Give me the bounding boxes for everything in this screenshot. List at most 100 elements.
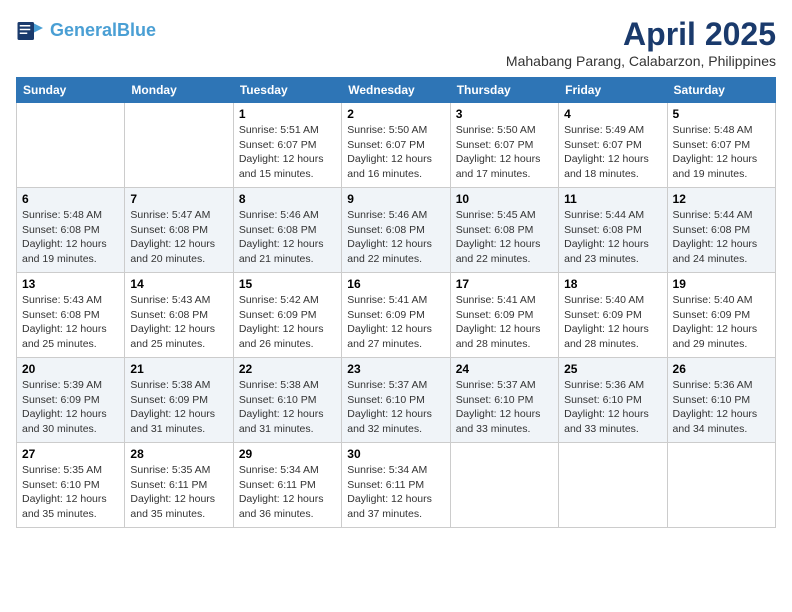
day-info: Sunrise: 5:39 AM Sunset: 6:09 PM Dayligh… [22, 378, 119, 437]
day-info: Sunrise: 5:49 AM Sunset: 6:07 PM Dayligh… [564, 123, 661, 182]
calendar-week-row: 20 Sunrise: 5:39 AM Sunset: 6:09 PM Dayli… [17, 358, 776, 443]
calendar-day-cell: 25Sunrise: 5:36 AM Sunset: 6:10 PM Dayli… [559, 358, 667, 443]
day-info: Sunrise: 5:34 AM Sunset: 6:11 PM Dayligh… [347, 463, 444, 522]
calendar-day-cell: 7 Sunrise: 5:47 AM Sunset: 6:08 PM Daylig… [125, 188, 233, 273]
day-number: 13 [22, 277, 119, 291]
day-number: 8 [239, 192, 336, 206]
title-area: April 2025 Mahabang Parang, Calabarzon, … [506, 16, 776, 69]
calendar-day-cell: 20 Sunrise: 5:39 AM Sunset: 6:09 PM Dayli… [17, 358, 125, 443]
calendar-day-cell: 22 Sunrise: 5:38 AM Sunset: 6:10 PM Dayli… [233, 358, 341, 443]
day-number: 1 [239, 107, 336, 121]
weekday-header: Saturday [667, 78, 775, 103]
weekday-header: Thursday [450, 78, 558, 103]
calendar-day-cell: 2 Sunrise: 5:50 AM Sunset: 6:07 PM Daylig… [342, 103, 450, 188]
calendar-day-cell: 6 Sunrise: 5:48 AM Sunset: 6:08 PM Daylig… [17, 188, 125, 273]
day-number: 3 [456, 107, 553, 121]
day-info: Sunrise: 5:46 AM Sunset: 6:08 PM Dayligh… [347, 208, 444, 267]
day-number: 24 [456, 362, 553, 376]
day-number: 22 [239, 362, 336, 376]
calendar-day-cell: 17 Sunrise: 5:41 AM Sunset: 6:09 PM Dayli… [450, 273, 558, 358]
day-number: 25 [564, 362, 661, 376]
calendar-header-row: SundayMondayTuesdayWednesdayThursdayFrid… [17, 78, 776, 103]
location-title: Mahabang Parang, Calabarzon, Philippines [506, 53, 776, 69]
day-info: Sunrise: 5:42 AM Sunset: 6:09 PM Dayligh… [239, 293, 336, 352]
calendar-day-cell: 19Sunrise: 5:40 AM Sunset: 6:09 PM Dayli… [667, 273, 775, 358]
day-info: Sunrise: 5:34 AM Sunset: 6:11 PM Dayligh… [239, 463, 336, 522]
calendar-day-cell: 26 Sunrise: 5:36 AM Sunset: 6:10 PM Dayli… [667, 358, 775, 443]
day-number: 17 [456, 277, 553, 291]
calendar-day-cell: 1 Sunrise: 5:51 AM Sunset: 6:07 PM Daylig… [233, 103, 341, 188]
calendar-day-cell: 15Sunrise: 5:42 AM Sunset: 6:09 PM Dayli… [233, 273, 341, 358]
calendar-day-cell [559, 443, 667, 528]
calendar-day-cell: 10 Sunrise: 5:45 AM Sunset: 6:08 PM Dayli… [450, 188, 558, 273]
calendar-day-cell [125, 103, 233, 188]
day-info: Sunrise: 5:37 AM Sunset: 6:10 PM Dayligh… [347, 378, 444, 437]
day-number: 2 [347, 107, 444, 121]
calendar-week-row: 27Sunrise: 5:35 AM Sunset: 6:10 PM Dayli… [17, 443, 776, 528]
day-info: Sunrise: 5:36 AM Sunset: 6:10 PM Dayligh… [673, 378, 770, 437]
day-number: 30 [347, 447, 444, 461]
day-number: 5 [673, 107, 770, 121]
day-number: 16 [347, 277, 444, 291]
day-number: 28 [130, 447, 227, 461]
day-info: Sunrise: 5:50 AM Sunset: 6:07 PM Dayligh… [456, 123, 553, 182]
logo: GeneralBlue [16, 16, 156, 46]
day-info: Sunrise: 5:41 AM Sunset: 6:09 PM Dayligh… [456, 293, 553, 352]
weekday-header: Sunday [17, 78, 125, 103]
month-title: April 2025 [506, 16, 776, 53]
calendar-day-cell: 12 Sunrise: 5:44 AM Sunset: 6:08 PM Dayli… [667, 188, 775, 273]
day-info: Sunrise: 5:38 AM Sunset: 6:09 PM Dayligh… [130, 378, 227, 437]
day-number: 20 [22, 362, 119, 376]
day-info: Sunrise: 5:41 AM Sunset: 6:09 PM Dayligh… [347, 293, 444, 352]
day-number: 7 [130, 192, 227, 206]
day-number: 18 [564, 277, 661, 291]
calendar-day-cell [17, 103, 125, 188]
day-info: Sunrise: 5:40 AM Sunset: 6:09 PM Dayligh… [564, 293, 661, 352]
calendar-week-row: 13 Sunrise: 5:43 AM Sunset: 6:08 PM Dayli… [17, 273, 776, 358]
day-number: 4 [564, 107, 661, 121]
calendar-table: SundayMondayTuesdayWednesdayThursdayFrid… [16, 77, 776, 528]
calendar-day-cell: 24Sunrise: 5:37 AM Sunset: 6:10 PM Dayli… [450, 358, 558, 443]
calendar-day-cell: 18 Sunrise: 5:40 AM Sunset: 6:09 PM Dayli… [559, 273, 667, 358]
calendar-day-cell: 5Sunrise: 5:48 AM Sunset: 6:07 PM Daylig… [667, 103, 775, 188]
weekday-header: Monday [125, 78, 233, 103]
logo-text-line1: GeneralBlue [50, 21, 156, 41]
calendar-day-cell: 8 Sunrise: 5:46 AM Sunset: 6:08 PM Daylig… [233, 188, 341, 273]
day-info: Sunrise: 5:43 AM Sunset: 6:08 PM Dayligh… [22, 293, 119, 352]
day-info: Sunrise: 5:46 AM Sunset: 6:08 PM Dayligh… [239, 208, 336, 267]
day-number: 26 [673, 362, 770, 376]
weekday-header: Friday [559, 78, 667, 103]
calendar-week-row: 1 Sunrise: 5:51 AM Sunset: 6:07 PM Daylig… [17, 103, 776, 188]
calendar-day-cell: 27Sunrise: 5:35 AM Sunset: 6:10 PM Dayli… [17, 443, 125, 528]
calendar-day-cell: 23Sunrise: 5:37 AM Sunset: 6:10 PM Dayli… [342, 358, 450, 443]
day-info: Sunrise: 5:45 AM Sunset: 6:08 PM Dayligh… [456, 208, 553, 267]
page-header: GeneralBlue April 2025 Mahabang Parang, … [16, 16, 776, 69]
calendar-day-cell [667, 443, 775, 528]
weekday-header: Wednesday [342, 78, 450, 103]
day-number: 19 [673, 277, 770, 291]
day-number: 12 [673, 192, 770, 206]
day-info: Sunrise: 5:48 AM Sunset: 6:08 PM Dayligh… [22, 208, 119, 267]
day-number: 11 [564, 192, 661, 206]
day-info: Sunrise: 5:50 AM Sunset: 6:07 PM Dayligh… [347, 123, 444, 182]
weekday-header: Tuesday [233, 78, 341, 103]
calendar-day-cell: 3 Sunrise: 5:50 AM Sunset: 6:07 PM Daylig… [450, 103, 558, 188]
day-number: 10 [456, 192, 553, 206]
day-number: 9 [347, 192, 444, 206]
day-number: 21 [130, 362, 227, 376]
calendar-day-cell: 28 Sunrise: 5:35 AM Sunset: 6:11 PM Dayli… [125, 443, 233, 528]
day-info: Sunrise: 5:47 AM Sunset: 6:08 PM Dayligh… [130, 208, 227, 267]
day-number: 6 [22, 192, 119, 206]
day-info: Sunrise: 5:44 AM Sunset: 6:08 PM Dayligh… [673, 208, 770, 267]
day-info: Sunrise: 5:38 AM Sunset: 6:10 PM Dayligh… [239, 378, 336, 437]
day-info: Sunrise: 5:43 AM Sunset: 6:08 PM Dayligh… [130, 293, 227, 352]
day-info: Sunrise: 5:35 AM Sunset: 6:10 PM Dayligh… [22, 463, 119, 522]
calendar-day-cell: 29 Sunrise: 5:34 AM Sunset: 6:11 PM Dayli… [233, 443, 341, 528]
calendar-day-cell: 16 Sunrise: 5:41 AM Sunset: 6:09 PM Dayli… [342, 273, 450, 358]
calendar-day-cell: 21 Sunrise: 5:38 AM Sunset: 6:09 PM Dayli… [125, 358, 233, 443]
calendar-day-cell: 30 Sunrise: 5:34 AM Sunset: 6:11 PM Dayli… [342, 443, 450, 528]
day-number: 29 [239, 447, 336, 461]
day-info: Sunrise: 5:35 AM Sunset: 6:11 PM Dayligh… [130, 463, 227, 522]
day-info: Sunrise: 5:44 AM Sunset: 6:08 PM Dayligh… [564, 208, 661, 267]
day-info: Sunrise: 5:51 AM Sunset: 6:07 PM Dayligh… [239, 123, 336, 182]
